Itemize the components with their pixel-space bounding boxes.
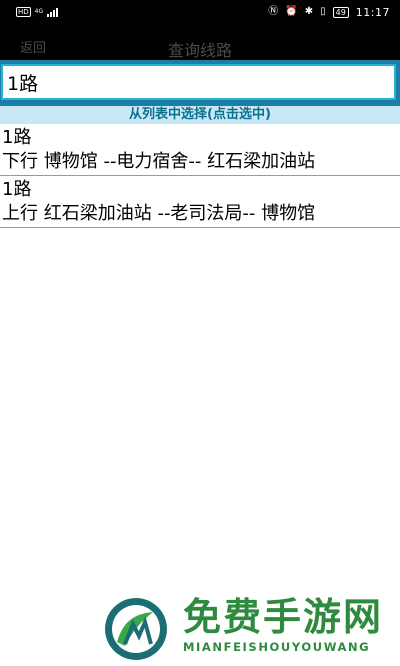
route-name: 1路	[2, 127, 32, 148]
page-title: 查询线路	[167, 41, 232, 60]
route-list-item[interactable]: 1路 下行 博物馆 --电力宿舍-- 红石梁加油站	[0, 124, 400, 176]
route-name: 1路	[2, 179, 32, 200]
network-type: 4G	[34, 8, 44, 15]
vibrate-icon: ▯	[320, 6, 326, 17]
signal-icon	[47, 7, 59, 17]
status-right: Ⓝ ⏰ ✱ ▯ 49 11:17	[268, 6, 390, 19]
route-search-input[interactable]	[1, 64, 396, 100]
battery-icon: 49	[332, 6, 349, 18]
status-time: 11:17	[355, 5, 390, 19]
title-bar: 返回 查询线路	[0, 24, 400, 60]
search-container	[0, 60, 400, 106]
route-detail: 上行 红石梁加油站 --老司法局-- 博物馆	[2, 203, 316, 224]
hd-badge: HD	[16, 7, 31, 17]
list-hint: 从列表中选择(点击选中)	[0, 106, 400, 124]
route-list-item[interactable]: 1路 上行 红石梁加油站 --老司法局-- 博物馆	[0, 176, 400, 228]
alarm-icon: ⏰	[285, 6, 298, 17]
route-detail: 下行 博物馆 --电力宿舍-- 红石梁加油站	[2, 151, 316, 172]
status-bar: HD 4G Ⓝ ⏰ ✱ ▯ 49 11:17	[0, 0, 400, 24]
nfc-icon: Ⓝ	[268, 6, 279, 17]
route-list: 1路 下行 博物馆 --电力宿舍-- 红石梁加油站 1路 上行 红石梁加油站 -…	[0, 124, 400, 228]
status-left: HD 4G	[16, 7, 59, 17]
watermark: 免费手游网 MIANFEISHOUYOUWANG	[103, 596, 393, 660]
watermark-logo-icon	[105, 598, 167, 660]
bluetooth-icon: ✱	[304, 6, 314, 17]
watermark-title: 免费手游网	[183, 595, 384, 639]
watermark-subtitle: MIANFEISHOUYOUWANG	[183, 640, 371, 654]
